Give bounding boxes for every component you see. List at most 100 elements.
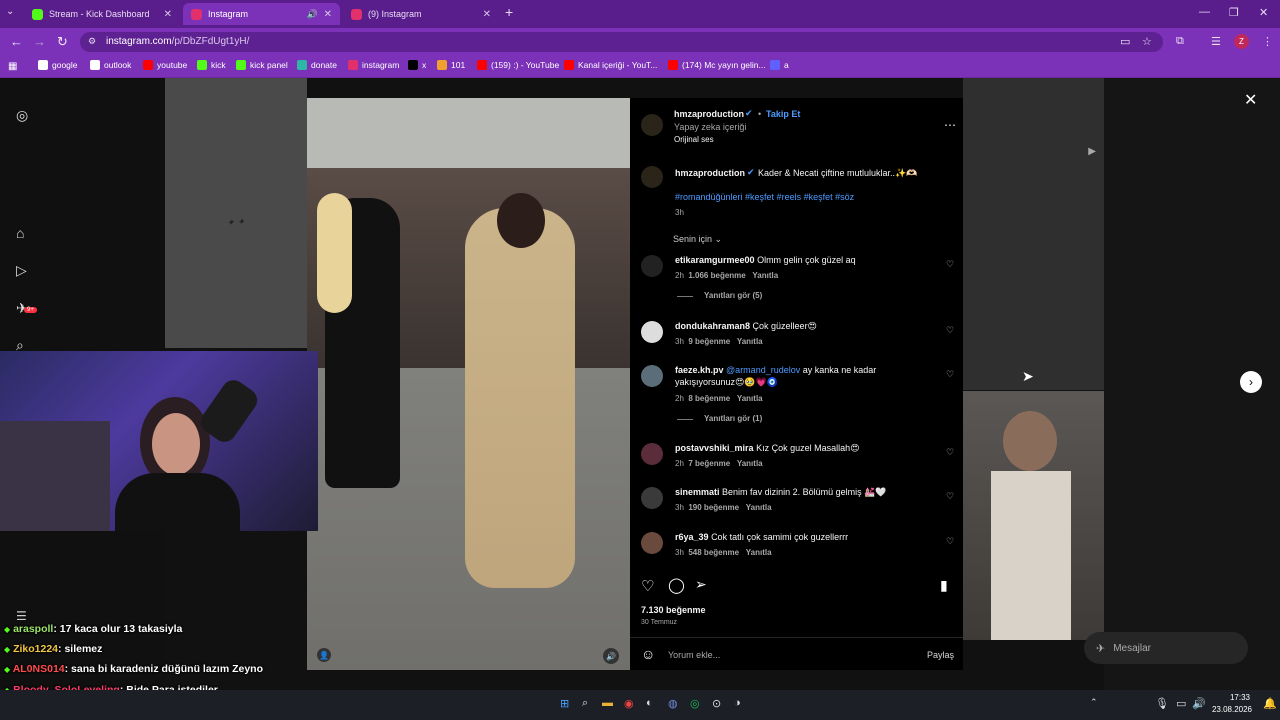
caption-author-avatar[interactable] [641, 166, 663, 188]
audio-toggle-icon[interactable]: 🔊 [603, 648, 619, 664]
tray-chevron-icon[interactable]: ⌃ [1090, 697, 1098, 708]
speaker-icon[interactable]: 🔊 [307, 9, 318, 20]
comment-input[interactable]: Yorum ekle... [668, 650, 720, 660]
comment-avatar[interactable] [641, 365, 663, 387]
comment-likes[interactable]: 190 beğenme [688, 503, 739, 512]
steam-2-icon[interactable]: ◑ [734, 697, 741, 709]
mic-icon[interactable]: 🎙 [1155, 697, 1169, 710]
reel-video[interactable]: 👤 🔊 [307, 98, 630, 670]
view-replies-button[interactable]: Yanıtları gör (5) [704, 291, 762, 300]
minimize-icon[interactable]: — [1199, 6, 1210, 18]
comment-like-heart-icon[interactable]: ♡ [946, 259, 954, 270]
bookmark-6[interactable]: instagram [348, 60, 399, 70]
reply-button[interactable]: Yanıtla [737, 394, 763, 403]
user-tags-icon[interactable]: 👤 [317, 648, 331, 662]
comment-likes[interactable]: 1.066 beğenme [688, 271, 745, 280]
reply-button[interactable]: Yanıtla [746, 548, 772, 557]
bookmark-8[interactable]: 101 [437, 60, 465, 70]
comment-username[interactable]: sinemmati [675, 487, 720, 497]
home-icon[interactable]: ⌂ [16, 225, 24, 241]
comment-avatar[interactable] [641, 532, 663, 554]
save-bookmark-icon[interactable]: ▮ [940, 577, 948, 594]
comment-username[interactable]: faeze.kh.pv [675, 365, 724, 375]
close-tab-icon[interactable]: ✕ [483, 9, 491, 20]
site-info-icon[interactable]: ⚙ [88, 36, 96, 47]
chat-menu-icon[interactable]: ☰ [16, 609, 27, 623]
bookmark-10[interactable]: Kanal içeriği - YouT... [564, 60, 657, 70]
start-menu-icon[interactable]: ⊞ [560, 697, 569, 710]
reply-button[interactable]: Yanıtla [746, 503, 772, 512]
comment-like-heart-icon[interactable]: ♡ [946, 491, 954, 502]
tab-search-chevron-icon[interactable]: ⌄ [6, 6, 14, 17]
tab-kick-dashboard[interactable]: Stream - Kick Dashboard ✕ [24, 3, 180, 25]
comment-username[interactable]: postavvshiki_mira [675, 443, 754, 453]
chrome-icon[interactable]: ◉ [624, 697, 634, 710]
chat-username[interactable]: araspoll [13, 623, 53, 635]
close-window-icon[interactable]: ✕ [1259, 6, 1268, 19]
volume-icon[interactable]: 🔊 [1192, 697, 1206, 710]
messages-pill[interactable]: ✈ Mesajlar [1084, 632, 1248, 664]
likes-count[interactable]: 7.130 beğenme [641, 605, 706, 615]
comment-username[interactable]: etikaramgurmee00 [675, 255, 755, 265]
bookmark-3[interactable]: kick [197, 60, 226, 70]
comment-like-heart-icon[interactable]: ♡ [946, 325, 954, 336]
comment-avatar[interactable] [641, 321, 663, 343]
view-replies-button[interactable]: Yanıtları gör (1) [704, 414, 762, 423]
steam-icon[interactable]: ◐ [646, 697, 653, 709]
menu-kebab-icon[interactable]: ⋮ [1262, 35, 1273, 48]
tab-instagram-active[interactable]: Instagram 🔊 ✕ [183, 3, 340, 25]
apps-grid-icon[interactable]: ▦ [8, 61, 17, 72]
reply-button[interactable]: Yanıtla [737, 459, 763, 468]
reply-button[interactable]: Yanıtla [737, 337, 763, 346]
url-text[interactable]: instagram.com/p/DbZFdUgt1yH/ [106, 36, 249, 47]
sort-dropdown[interactable]: Senin için ⌄ [673, 234, 722, 245]
follow-button[interactable]: Takip Et [766, 109, 800, 119]
extensions-icon[interactable]: ⧉ [1176, 35, 1184, 48]
comment-mention[interactable]: @armand_rudelov [726, 365, 800, 375]
hashtags[interactable]: #romandüğünleri #keşfet #reels #keşfet #… [675, 192, 854, 202]
clock-time[interactable]: 17:33 [1212, 693, 1250, 702]
search-icon[interactable]: ⌕ [582, 697, 588, 710]
next-post-chevron-icon[interactable]: › [1240, 371, 1262, 393]
bookmark-4[interactable]: kick panel [236, 60, 288, 70]
comment-likes[interactable]: 7 beğenme [688, 459, 730, 468]
close-modal-icon[interactable]: ✕ [1244, 90, 1257, 110]
bookmark-5[interactable]: donate [297, 60, 337, 70]
caption-author[interactable]: hmzaproduction [675, 168, 745, 178]
clock-date[interactable]: 23.08.2026 [1206, 705, 1252, 714]
reels-icon[interactable]: ▷ [16, 262, 27, 279]
comment-username[interactable]: dondukahraman8 [675, 321, 750, 331]
bookmark-9[interactable]: (159) :) - YouTube [477, 60, 559, 70]
reload-icon[interactable]: ↻ [57, 34, 68, 50]
file-explorer-icon[interactable]: ▬ [602, 697, 613, 709]
bookmark-2[interactable]: youtube [143, 60, 187, 70]
comment-likes[interactable]: 8 beğenme [688, 394, 730, 403]
ai-content-label[interactable]: Yapay zeka içeriği [674, 122, 746, 132]
bookmark-1[interactable]: outlook [90, 60, 131, 70]
obs-icon[interactable]: ⊙ [712, 697, 721, 710]
discord-icon[interactable]: ◍ [668, 697, 678, 710]
forward-arrow-icon[interactable]: → [33, 34, 46, 49]
bookmark-7[interactable]: x [408, 60, 426, 70]
bookmark-star-icon[interactable]: ☆ [1142, 35, 1152, 48]
maximize-icon[interactable]: ❐ [1229, 6, 1239, 19]
bookmark-12[interactable]: a [770, 60, 789, 70]
comment-likes[interactable]: 9 beğenme [688, 337, 730, 346]
comment-likes[interactable]: 548 beğenme [688, 548, 739, 557]
like-heart-icon[interactable]: ♡ [641, 577, 654, 595]
share-send-icon[interactable]: ➢ [695, 576, 707, 593]
media-control-icon[interactable]: ☰ [1211, 35, 1221, 48]
emoji-picker-icon[interactable]: ☺ [641, 646, 655, 662]
back-arrow-icon[interactable]: ← [10, 34, 23, 49]
author-avatar[interactable] [641, 114, 663, 136]
comment-bubble-icon[interactable]: ◯ [668, 576, 685, 594]
more-options-icon[interactable]: ⋯ [944, 118, 956, 132]
reply-button[interactable]: Yanıtla [752, 271, 778, 280]
cast-icon[interactable]: ▭ [1120, 35, 1130, 48]
comment-like-heart-icon[interactable]: ♡ [946, 536, 954, 547]
notifications-icon[interactable]: 🔔 [1263, 697, 1277, 710]
share-button[interactable]: Paylaş [927, 650, 954, 660]
comment-username[interactable]: r6ya_39 [675, 532, 709, 542]
comment-like-heart-icon[interactable]: ♡ [946, 369, 954, 380]
comment-avatar[interactable] [641, 487, 663, 509]
